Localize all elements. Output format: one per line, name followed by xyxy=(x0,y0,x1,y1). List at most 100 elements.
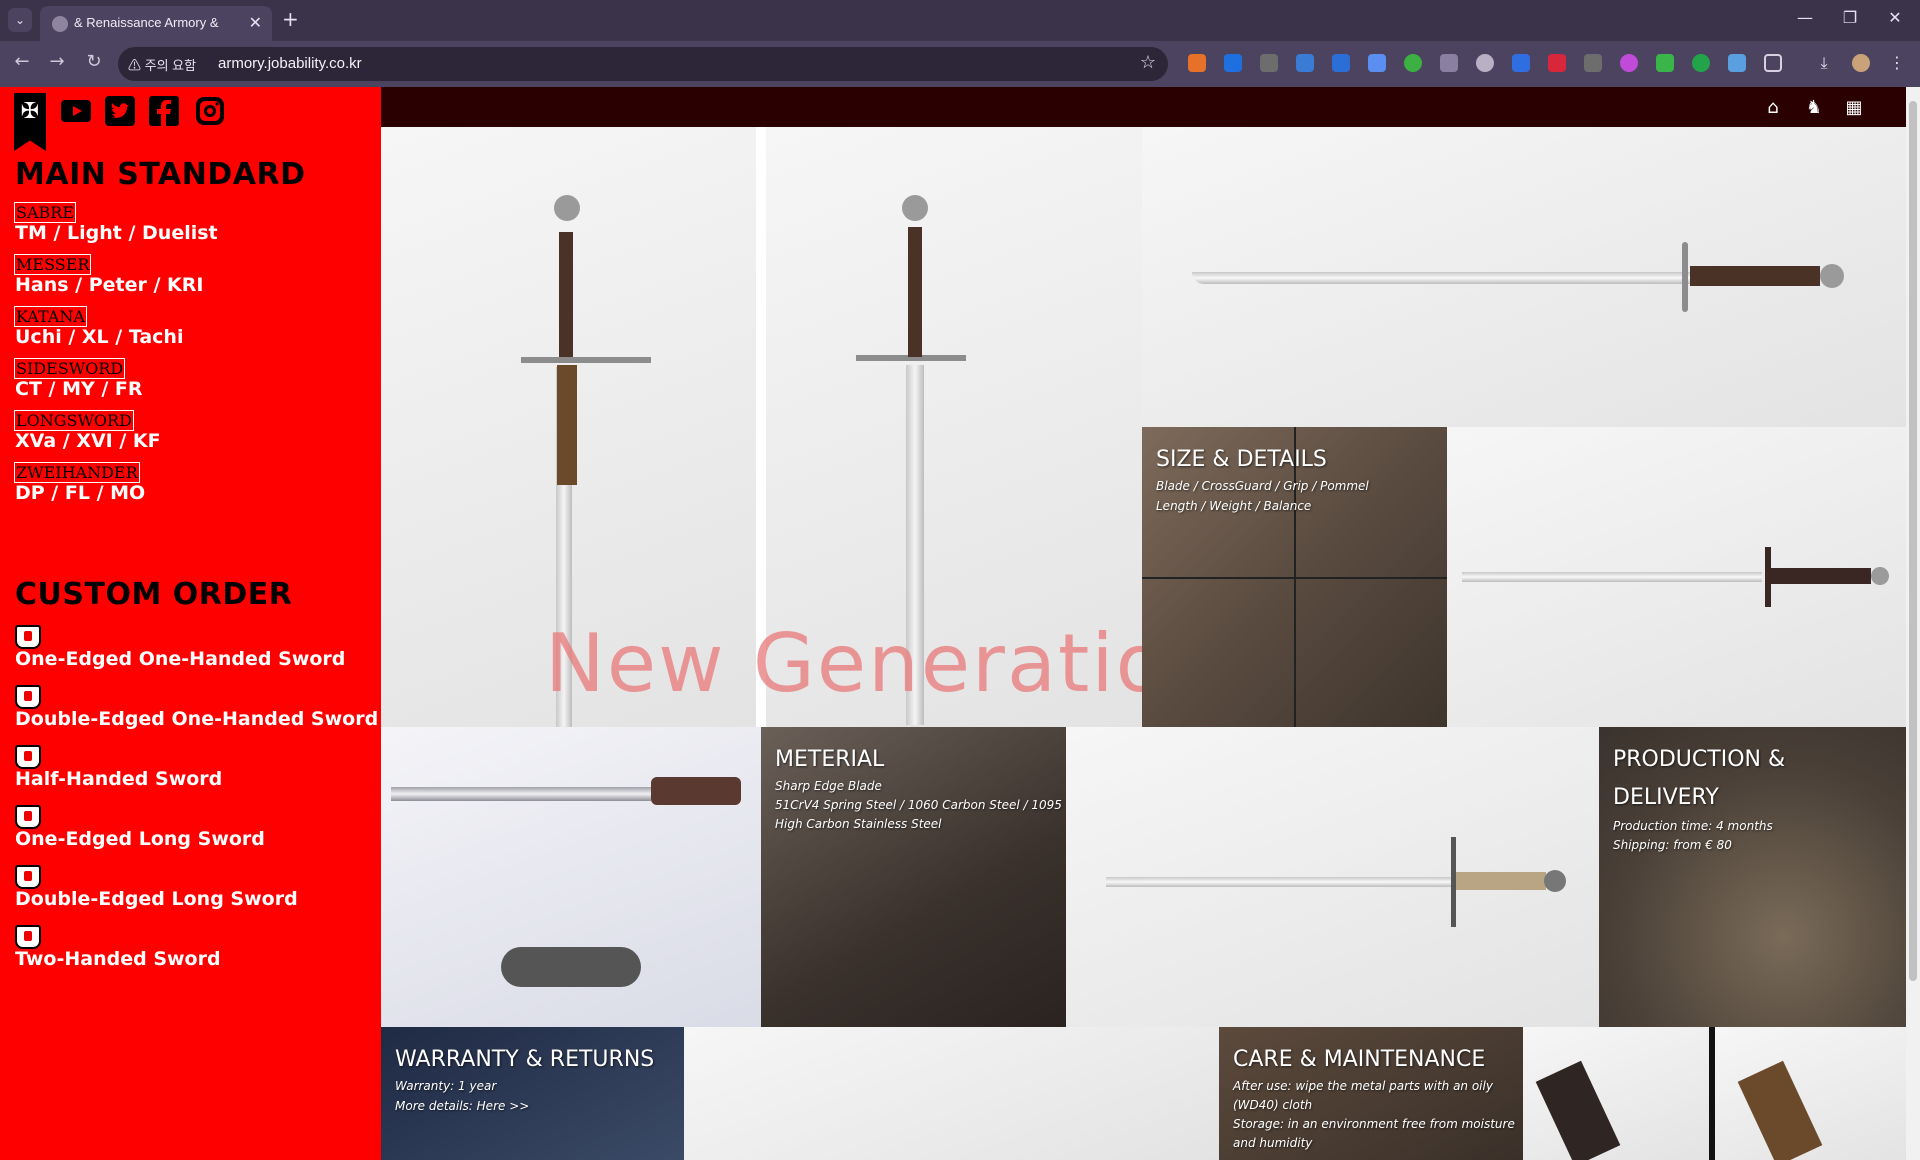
sword-guard xyxy=(521,357,651,363)
shield-icon xyxy=(15,685,41,709)
sword-guard xyxy=(1682,242,1688,312)
shield-icon xyxy=(15,745,41,769)
sword-photo-tile[interactable] xyxy=(1142,127,1906,427)
forward-icon[interactable]: → xyxy=(45,51,69,72)
instagram-icon[interactable] xyxy=(194,95,226,127)
security-label: 주의 요함 xyxy=(144,58,197,73)
extension-icon[interactable] xyxy=(1620,54,1638,72)
sword-hilt xyxy=(651,777,741,805)
sword-blade xyxy=(1106,877,1456,887)
extension-icon[interactable] xyxy=(1692,54,1710,72)
more-menu-icon[interactable]: ⋮ xyxy=(1888,54,1906,72)
material-line3: High Carbon Stainless Steel xyxy=(775,817,942,831)
home-icon[interactable]: ⌂ xyxy=(1762,97,1784,119)
sword-photo-tile[interactable] xyxy=(684,1027,1219,1160)
youtube-icon[interactable] xyxy=(60,95,92,127)
twitter-icon[interactable] xyxy=(104,95,136,127)
new-tab-button[interactable]: + xyxy=(282,7,299,31)
browser-toolbar: ← → ↻ ⚠ 주의 요함 armory.jobability.co.kr ☆ … xyxy=(0,41,1920,87)
gear-extension-icon[interactable] xyxy=(1476,54,1494,72)
sword-photo-tile[interactable] xyxy=(1715,1027,1906,1160)
custom-item-one-edged-long[interactable]: One-Edged Long Sword xyxy=(15,828,265,850)
calendar-icon[interactable]: ▦ xyxy=(1843,97,1865,119)
extension-icon[interactable] xyxy=(1188,54,1206,72)
sword-grip xyxy=(559,232,573,357)
custom-item-double-edged-one-handed[interactable]: Double-Edged One-Handed Sword xyxy=(15,708,378,730)
material-tile[interactable]: METERIAL Sharp Edge Blade 51CrV4 Spring … xyxy=(761,727,1066,1027)
extension-icon[interactable] xyxy=(1224,54,1242,72)
custom-item-one-edged-one-handed[interactable]: One-Edged One-Handed Sword xyxy=(15,648,345,670)
sword-photo-tile[interactable] xyxy=(1066,727,1599,1027)
extensions-puzzle-icon[interactable] xyxy=(1764,54,1782,72)
sword-grip xyxy=(1737,1060,1823,1160)
armory-logo-icon[interactable]: ✠ xyxy=(14,93,46,151)
pen-extension-icon[interactable] xyxy=(1512,54,1530,72)
tab-search-button[interactable]: ⌄ xyxy=(8,8,32,32)
security-warning[interactable]: ⚠ 주의 요함 xyxy=(128,55,196,74)
extension-icon[interactable] xyxy=(1440,54,1458,72)
back-icon[interactable]: ← xyxy=(10,51,34,72)
care-line2: (WD40) cloth xyxy=(1233,1098,1313,1112)
warranty-line1: Warranty: 1 year xyxy=(395,1079,497,1093)
custom-order-title: CUSTOM ORDER xyxy=(15,577,293,612)
sword-leather xyxy=(557,365,577,485)
fantasy-sword-tile[interactable] xyxy=(381,727,761,1027)
extension-icon[interactable] xyxy=(1656,54,1674,72)
scrollbar-thumb[interactable] xyxy=(1909,101,1917,981)
extension-icon[interactable] xyxy=(1584,54,1602,72)
care-maintenance-tile[interactable]: CARE & MAINTENANCE After use: wipe the m… xyxy=(1219,1027,1523,1160)
restore-icon[interactable]: ❐ xyxy=(1830,8,1870,27)
sword-pommel xyxy=(1544,870,1566,892)
category-label-sabre: SABRE xyxy=(14,202,76,223)
category-links-zweihander[interactable]: DP / FL / MO xyxy=(15,482,145,504)
custom-item-two-handed[interactable]: Two-Handed Sword xyxy=(15,948,221,970)
material-line1: Sharp Edge Blade xyxy=(775,779,882,793)
category-links-sabre[interactable]: TM / Light / Duelist xyxy=(15,222,218,244)
warranty-returns-tile[interactable]: WARRANTY & RETURNS Warranty: 1 year More… xyxy=(381,1027,684,1160)
close-tab-icon[interactable]: ✕ xyxy=(249,13,262,32)
shipping-cost: Shipping: from € 80 xyxy=(1613,838,1732,852)
reload-icon[interactable]: ↻ xyxy=(82,51,106,72)
user-icon[interactable]: ♞ xyxy=(1803,97,1825,119)
sword-blade xyxy=(1192,272,1702,284)
warranty-details-link[interactable]: More details: Here >> xyxy=(395,1097,529,1116)
address-bar[interactable]: ⚠ 주의 요함 armory.jobability.co.kr ☆ xyxy=(118,47,1168,81)
tab-title: & Renaissance Armory & xyxy=(74,15,219,30)
extension-icon[interactable] xyxy=(1728,54,1746,72)
minimize-icon[interactable]: — xyxy=(1785,8,1825,27)
profile-avatar[interactable] xyxy=(1852,54,1870,72)
extension-icon[interactable] xyxy=(1260,54,1278,72)
size-details-tile[interactable]: SIZE & DETAILS Blade / CrossGuard / Grip… xyxy=(1142,427,1447,727)
production-delivery-tile[interactable]: PRODUCTION & DELIVERY Production time: 4… xyxy=(1599,727,1906,1027)
sword-photo-tile[interactable] xyxy=(1447,427,1906,727)
category-label-longsword: LONGSWORD xyxy=(14,410,134,431)
custom-item-double-edged-long[interactable]: Double-Edged Long Sword xyxy=(15,888,298,910)
url-text[interactable]: armory.jobability.co.kr xyxy=(218,55,362,72)
category-links-katana[interactable]: Uchi / XL / Tachi xyxy=(15,326,183,348)
extension-icon[interactable] xyxy=(1296,54,1314,72)
page-scrollbar[interactable] xyxy=(1906,87,1920,1160)
browser-tab[interactable]: & Renaissance Armory & ✕ xyxy=(40,6,272,41)
play-extension-icon[interactable] xyxy=(1404,54,1422,72)
production-title-line1: PRODUCTION & xyxy=(1613,747,1786,772)
category-links-longsword[interactable]: XVa / XVI / KF xyxy=(15,430,161,452)
category-links-sidesword[interactable]: CT / MY / FR xyxy=(15,378,143,400)
sword-grip xyxy=(1535,1060,1621,1160)
category-links-messer[interactable]: Hans / Peter / KRI xyxy=(15,274,203,296)
size-details-line2: Length / Weight / Balance xyxy=(1156,499,1312,513)
bookmark-star-icon[interactable]: ☆ xyxy=(1140,52,1156,73)
extension-icon[interactable] xyxy=(1548,54,1566,72)
facebook-icon[interactable] xyxy=(148,95,180,127)
sword-blade xyxy=(391,787,651,801)
shield-icon xyxy=(15,805,41,829)
sidebar: ✠ MAIN STANDARD SABRE TM / Light / Dueli… xyxy=(0,87,381,1160)
care-title: CARE & MAINTENANCE xyxy=(1233,1047,1486,1072)
custom-item-half-handed[interactable]: Half-Handed Sword xyxy=(15,768,222,790)
link-extension-icon[interactable] xyxy=(1368,54,1386,72)
window-close-icon[interactable]: ✕ xyxy=(1875,8,1915,27)
extension-icon[interactable] xyxy=(1332,54,1350,72)
sword-blade xyxy=(1462,572,1762,582)
sword-grip xyxy=(1690,266,1820,286)
sword-photo-tile[interactable] xyxy=(1523,1027,1709,1160)
download-icon[interactable]: ⤓ xyxy=(1815,54,1833,72)
